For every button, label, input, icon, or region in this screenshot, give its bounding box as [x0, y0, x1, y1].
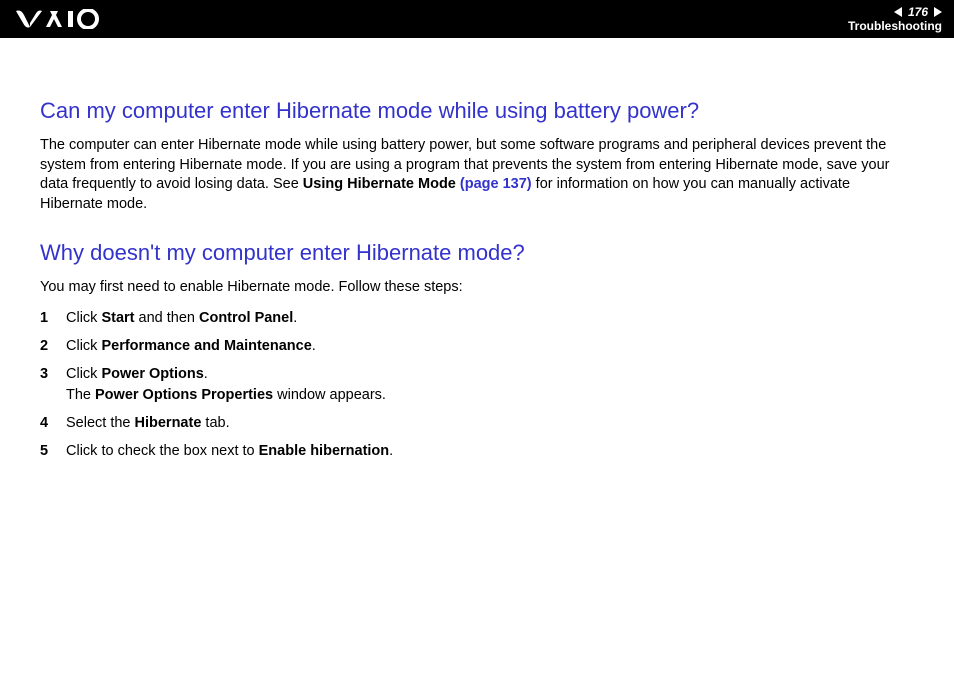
ref-bold: Using Hibernate Mode	[303, 176, 460, 192]
page-navigation: 176	[848, 5, 942, 19]
step-number: 3	[40, 364, 66, 405]
step-number: 2	[40, 336, 66, 356]
step-text: Click Power Options. The Power Options P…	[66, 364, 914, 405]
page-content: Can my computer enter Hibernate mode whi…	[0, 38, 954, 462]
heading-why-no-hibernate: Why doesn't my computer enter Hibernate …	[40, 240, 914, 266]
page-number: 176	[908, 5, 928, 19]
step-item: 3 Click Power Options. The Power Options…	[40, 364, 914, 405]
section-label: Troubleshooting	[848, 19, 942, 33]
step-item: 1 Click Start and then Control Panel.	[40, 308, 914, 328]
step-item: 2 Click Performance and Maintenance.	[40, 336, 914, 356]
step-number: 1	[40, 308, 66, 328]
para-hibernate-battery: The computer can enter Hibernate mode wh…	[40, 136, 914, 214]
step-text: Click to check the box next to Enable hi…	[66, 441, 914, 461]
step-text: Click Start and then Control Panel.	[66, 308, 914, 328]
step-item: 5 Click to check the box next to Enable …	[40, 441, 914, 461]
step-number: 4	[40, 413, 66, 433]
next-page-icon[interactable]	[934, 7, 942, 17]
step-number: 5	[40, 441, 66, 461]
prev-page-icon[interactable]	[894, 7, 902, 17]
page-ref-link[interactable]: (page 137)	[460, 176, 532, 192]
vaio-logo	[16, 9, 116, 29]
intro-text: You may first need to enable Hibernate m…	[40, 278, 914, 298]
steps-list: 1 Click Start and then Control Panel. 2 …	[40, 308, 914, 462]
header-bar: 176 Troubleshooting	[0, 0, 954, 38]
step-text: Select the Hibernate tab.	[66, 413, 914, 433]
heading-hibernate-battery: Can my computer enter Hibernate mode whi…	[40, 98, 914, 124]
step-text: Click Performance and Maintenance.	[66, 336, 914, 356]
step-item: 4 Select the Hibernate tab.	[40, 413, 914, 433]
